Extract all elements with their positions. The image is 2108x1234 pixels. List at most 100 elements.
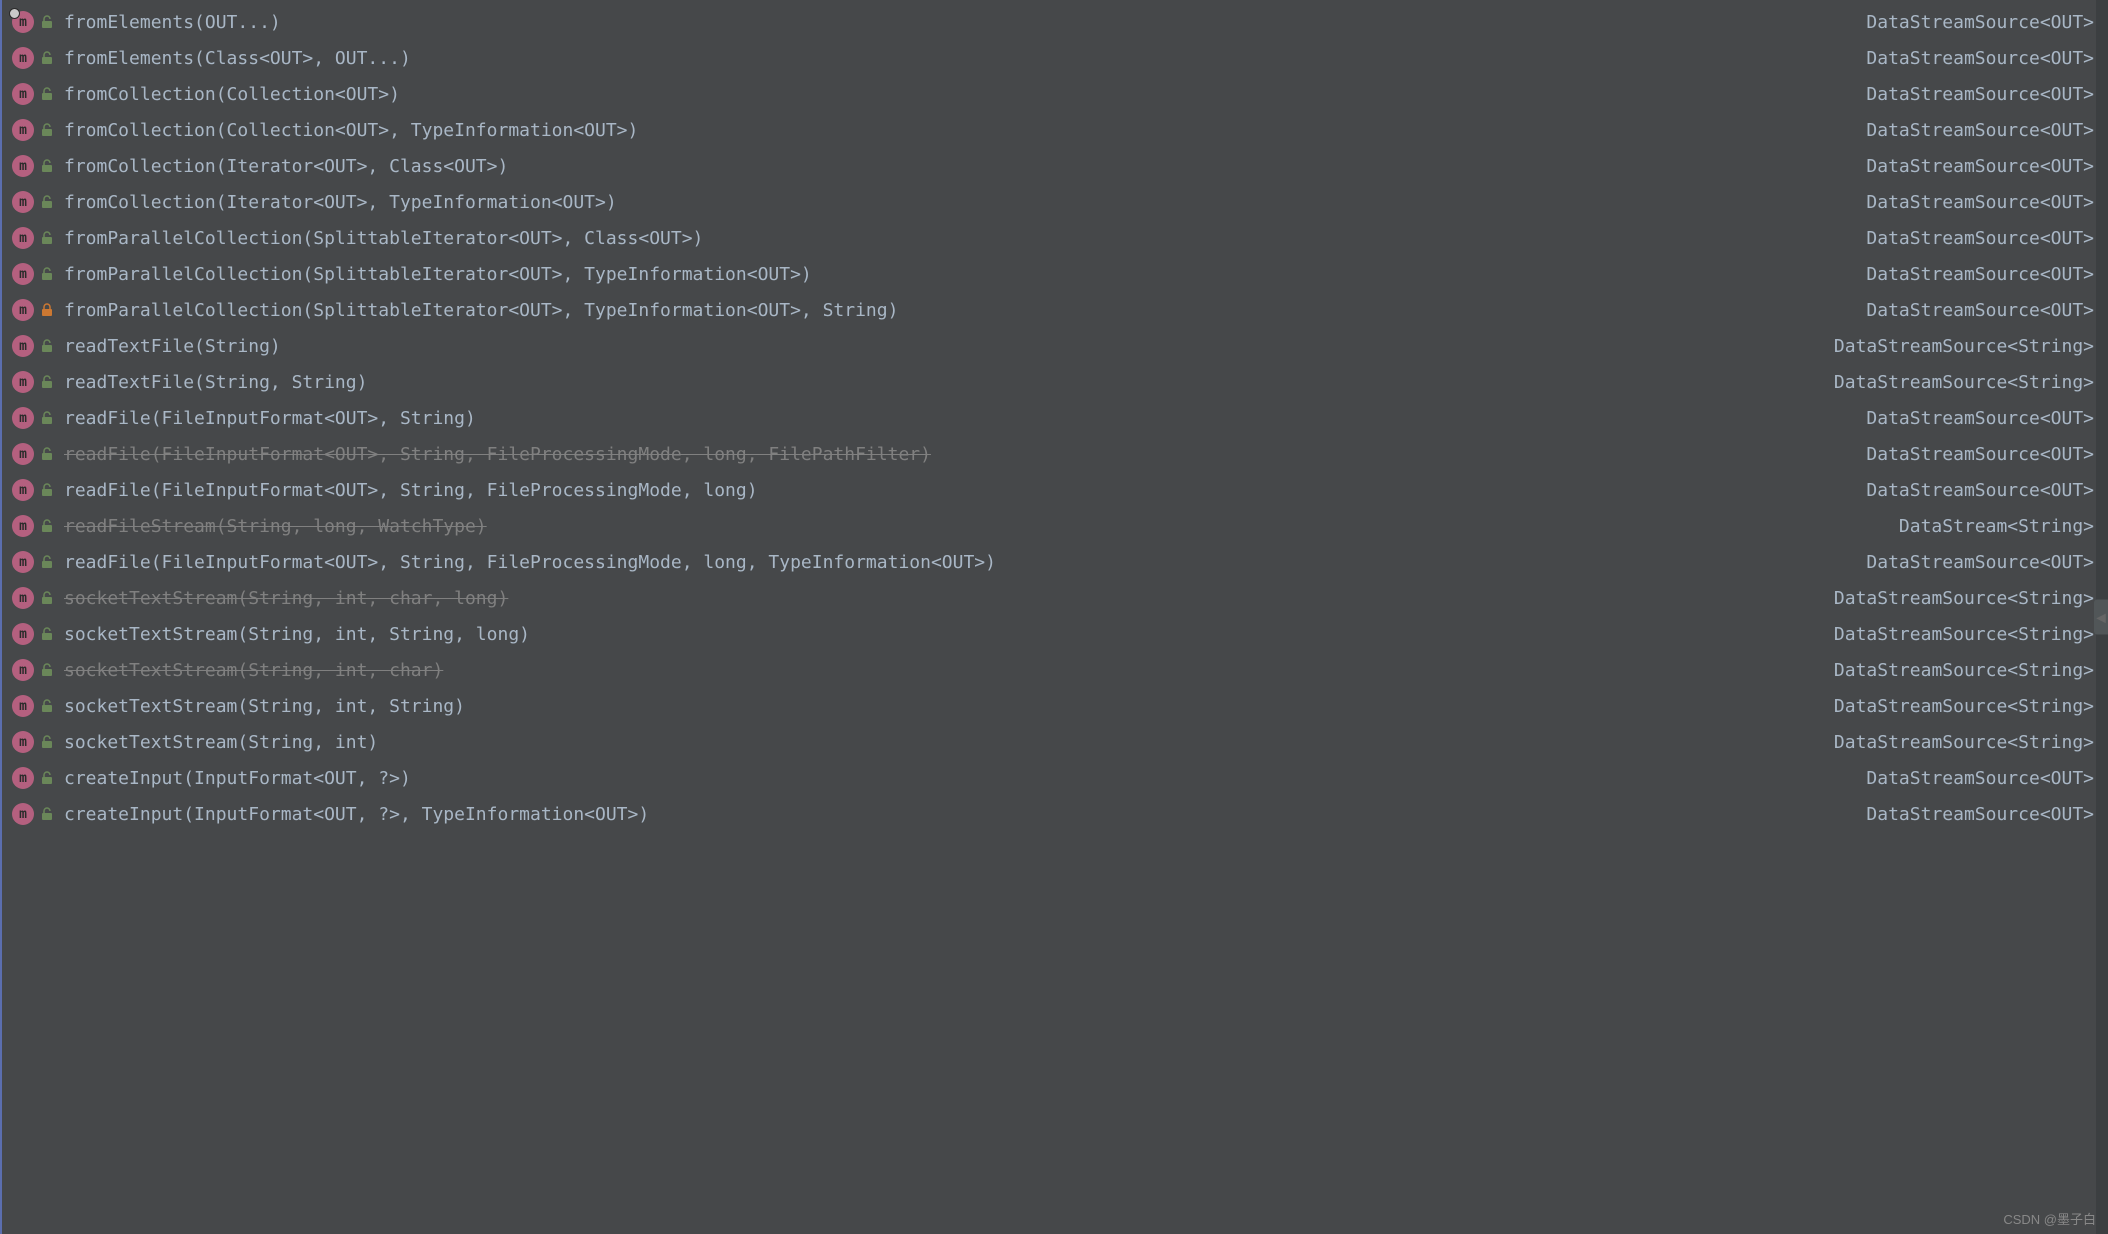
method-signature: fromCollection(Collection<OUT>) bbox=[64, 84, 1846, 105]
watermark-text: CSDN @墨子白 bbox=[2003, 1209, 2096, 1228]
method-signature: readTextFile(String, String) bbox=[64, 372, 1814, 393]
return-type: DataStreamSource<OUT> bbox=[1846, 444, 2094, 465]
code-completion-popup: mfromElements(OUT...)DataStreamSource<OU… bbox=[0, 0, 2108, 1234]
lock-open-icon bbox=[40, 591, 54, 605]
method-icon: m bbox=[12, 695, 34, 717]
completion-item[interactable]: mfromElements(OUT...)DataStreamSource<OU… bbox=[2, 4, 2108, 40]
method-icon: m bbox=[12, 407, 34, 429]
return-type: DataStreamSource<OUT> bbox=[1846, 192, 2094, 213]
return-type: DataStreamSource<String> bbox=[1814, 588, 2094, 609]
method-signature: readFile(FileInputFormat<OUT>, String) bbox=[64, 408, 1846, 429]
lock-open-icon bbox=[40, 87, 54, 101]
completion-item[interactable]: msocketTextStream(String, int, char)Data… bbox=[2, 652, 2108, 688]
return-type: DataStreamSource<String> bbox=[1814, 732, 2094, 753]
method-icon: m bbox=[12, 551, 34, 573]
method-icon: m bbox=[12, 623, 34, 645]
lock-open-icon bbox=[40, 15, 54, 29]
completion-item[interactable]: m socketTextStream(String, int, String, l… bbox=[2, 616, 2108, 652]
method-signature: fromCollection(Iterator<OUT>, TypeInform… bbox=[64, 192, 1846, 213]
method-icon: m bbox=[12, 191, 34, 213]
lock-open-icon bbox=[40, 267, 54, 281]
completion-item[interactable]: m socketTextStream(String, int, char, lon… bbox=[2, 580, 2108, 616]
method-signature: readFileStream(String, long, WatchType) bbox=[64, 516, 1879, 537]
completion-item[interactable]: m fromCollection(Iterator<OUT>, TypeInfor… bbox=[2, 184, 2108, 220]
method-icon: m bbox=[12, 83, 34, 105]
return-type: DataStreamSource<OUT> bbox=[1846, 120, 2094, 141]
method-signature: fromParallelCollection(SplittableIterato… bbox=[64, 264, 1846, 285]
method-icon: m bbox=[12, 263, 34, 285]
return-type: DataStreamSource<OUT> bbox=[1846, 12, 2094, 33]
lock-open-icon bbox=[40, 339, 54, 353]
method-icon: m bbox=[12, 227, 34, 249]
completion-item[interactable]: mcreateInput(InputFormat<OUT, ?>)DataStr… bbox=[2, 760, 2108, 796]
completion-item[interactable]: mcreateInput(InputFormat<OUT, ?>, TypeIn… bbox=[2, 796, 2108, 832]
lock-open-icon bbox=[40, 735, 54, 749]
completion-item[interactable]: m fromCollection(Collection<OUT>, TypeInf… bbox=[2, 112, 2108, 148]
method-signature: fromParallelCollection(SplittableIterato… bbox=[64, 300, 1846, 321]
completion-item[interactable]: m readTextFile(String, String)DataStreamS… bbox=[2, 364, 2108, 400]
return-type: DataStreamSource<String> bbox=[1814, 336, 2094, 357]
method-icon: m bbox=[12, 335, 34, 357]
method-icon: m bbox=[12, 587, 34, 609]
completion-item[interactable]: m fromParallelCollection(SplittableIterat… bbox=[2, 220, 2108, 256]
method-signature: fromParallelCollection(SplittableIterato… bbox=[64, 228, 1846, 249]
return-type: DataStreamSource<String> bbox=[1814, 660, 2094, 681]
method-icon: m bbox=[12, 731, 34, 753]
return-type: DataStreamSource<String> bbox=[1814, 624, 2094, 645]
method-signature: createInput(InputFormat<OUT, ?>) bbox=[64, 768, 1846, 789]
method-icon: m bbox=[12, 47, 34, 69]
lock-open-icon bbox=[40, 123, 54, 137]
lock-open-icon bbox=[40, 663, 54, 677]
return-type: DataStreamSource<OUT> bbox=[1846, 804, 2094, 825]
lock-open-icon bbox=[40, 519, 54, 533]
completion-item[interactable]: m fromParallelCollection(SplittableIterat… bbox=[2, 256, 2108, 292]
lock-open-icon bbox=[40, 807, 54, 821]
lock-open-icon bbox=[40, 231, 54, 245]
completion-item[interactable]: m readFile(FileInputFormat<OUT>, String, … bbox=[2, 472, 2108, 508]
lock-open-icon bbox=[40, 699, 54, 713]
completion-item[interactable]: mfromElements(Class<OUT>, OUT...)DataStr… bbox=[2, 40, 2108, 76]
completion-item[interactable]: m readFile(FileInputFormat<OUT>, String, … bbox=[2, 544, 2108, 580]
method-signature: readFile(FileInputFormat<OUT>, String, F… bbox=[64, 444, 1846, 465]
return-type: DataStreamSource<OUT> bbox=[1846, 408, 2094, 429]
return-type: DataStreamSource<String> bbox=[1814, 696, 2094, 717]
return-type: DataStreamSource<OUT> bbox=[1846, 768, 2094, 789]
lock-open-icon bbox=[40, 375, 54, 389]
completion-item[interactable]: m readFile(FileInputFormat<OUT>, String, … bbox=[2, 436, 2108, 472]
completion-item[interactable]: mreadFileStream(String, long, WatchType)… bbox=[2, 508, 2108, 544]
method-icon: m bbox=[12, 119, 34, 141]
completion-item[interactable]: m readTextFile(String)DataStreamSource<St… bbox=[2, 328, 2108, 364]
method-icon: m bbox=[12, 443, 34, 465]
method-icon: m bbox=[12, 479, 34, 501]
collapse-chevron-icon[interactable]: ◀ bbox=[2094, 600, 2108, 635]
completion-item[interactable]: mfromCollection(Iterator<OUT>, Class<OUT… bbox=[2, 148, 2108, 184]
return-type: DataStreamSource<OUT> bbox=[1846, 300, 2094, 321]
return-type: DataStreamSource<OUT> bbox=[1846, 480, 2094, 501]
method-icon: m bbox=[12, 11, 34, 33]
method-signature: readTextFile(String) bbox=[64, 336, 1814, 357]
method-signature: fromElements(Class<OUT>, OUT...) bbox=[64, 48, 1846, 69]
method-signature: readFile(FileInputFormat<OUT>, String, F… bbox=[64, 480, 1846, 501]
lock-open-icon bbox=[40, 555, 54, 569]
completion-item[interactable]: mfromCollection(Collection<OUT>)DataStre… bbox=[2, 76, 2108, 112]
completion-item[interactable]: msocketTextStream(String, int)DataStream… bbox=[2, 724, 2108, 760]
method-signature: readFile(FileInputFormat<OUT>, String, F… bbox=[64, 552, 1846, 573]
completion-item[interactable]: m readFile(FileInputFormat<OUT>, String)D… bbox=[2, 400, 2108, 436]
method-icon: m bbox=[12, 371, 34, 393]
completion-item[interactable]: mfromParallelCollection(SplittableIterat… bbox=[2, 292, 2108, 328]
return-type: DataStreamSource<OUT> bbox=[1846, 156, 2094, 177]
method-signature: socketTextStream(String, int, String) bbox=[64, 696, 1814, 717]
method-icon: m bbox=[12, 803, 34, 825]
return-type: DataStreamSource<OUT> bbox=[1846, 552, 2094, 573]
lock-open-icon bbox=[40, 411, 54, 425]
lock-open-icon bbox=[40, 447, 54, 461]
completion-item[interactable]: m socketTextStream(String, int, String)Da… bbox=[2, 688, 2108, 724]
method-icon: m bbox=[12, 155, 34, 177]
lock-open-icon bbox=[40, 483, 54, 497]
method-signature: socketTextStream(String, int, char, long… bbox=[64, 588, 1814, 609]
lock-open-icon bbox=[40, 771, 54, 785]
return-type: DataStreamSource<String> bbox=[1814, 372, 2094, 393]
method-icon: m bbox=[12, 659, 34, 681]
method-signature: socketTextStream(String, int, String, lo… bbox=[64, 624, 1814, 645]
method-signature: fromCollection(Collection<OUT>, TypeInfo… bbox=[64, 120, 1846, 141]
